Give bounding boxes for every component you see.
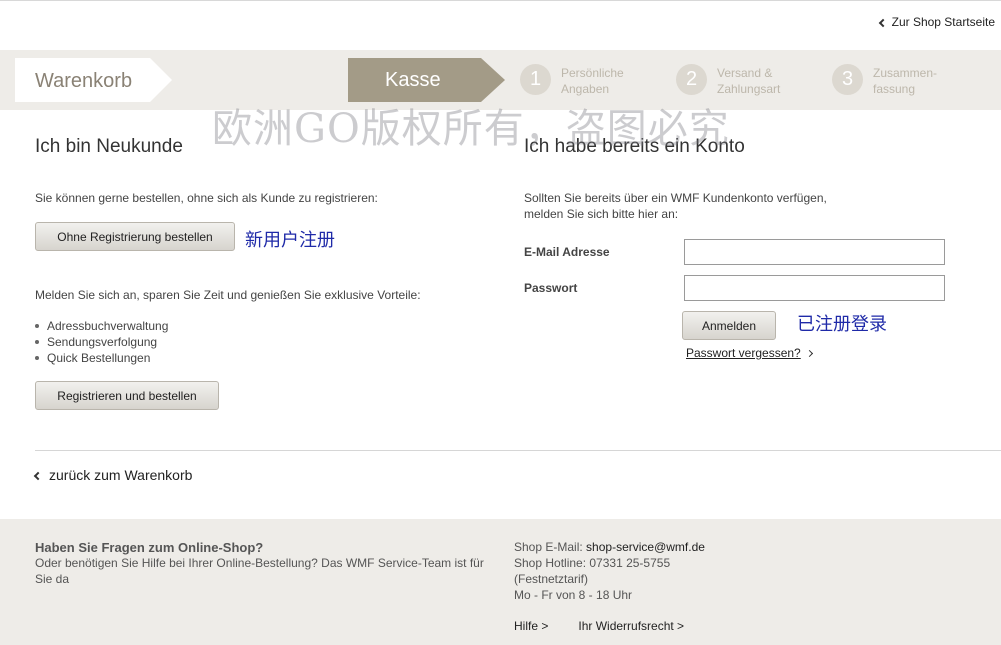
guest-checkout-intro: Sie können gerne bestellen, ohne sich al… [35,191,378,205]
step-number: 3 [832,64,863,95]
step-label-line: Zahlungsart [717,82,781,96]
step-number: 1 [520,64,551,95]
footer-help-link[interactable]: Hilfe > [514,619,548,633]
step-label-line: Versand & [717,66,773,80]
step-label: Persönliche Angaben [561,65,641,97]
top-bar: Zur Shop Startseite [0,0,1001,50]
footer-title: Haben Sie Fragen zum Online-Shop? [35,540,264,555]
benefits-intro: Melden Sie sich an, sparen Sie Zeit und … [35,288,421,302]
step-label-line: fassung [873,82,916,96]
divider [35,450,1001,451]
step-summary: 3 Zusammen- fassung [832,64,953,97]
step-number: 2 [676,64,707,95]
step-label-line: Zusammen- [873,66,938,80]
shop-home-link[interactable]: Zur Shop Startseite [878,15,995,29]
step-checkout-arrow [481,58,505,102]
login-intro-line1: Sollten Sie bereits über ein WMF Kundenk… [524,191,827,205]
list-item: Sendungsverfolgung [35,334,168,350]
chevron-left-icon [878,18,887,27]
footer-email-line: Shop E-Mail: shop-service@wmf.de [514,539,705,555]
registered-login-annotation: 已注册登录 [797,314,887,335]
step-label-line: Angaben [561,82,610,96]
footer-email-link[interactable]: shop-service@wmf.de [586,540,705,554]
bullet-icon [35,324,39,328]
step-label: Zusammen- fassung [873,65,953,97]
list-item: Adressbuchverwaltung [35,318,168,334]
checkout-steps: Warenkorb Kasse 1 Persönliche Angaben 2 … [0,50,1001,110]
chevron-right-icon [805,349,813,357]
forgot-password-link[interactable]: Passwort vergessen? [686,346,813,360]
register-and-order-button[interactable]: Registrieren und bestellen [35,381,219,410]
footer-email-label: Shop E-Mail: [514,540,583,554]
guest-checkout-button[interactable]: Ohne Registrierung bestellen [35,222,235,251]
step-checkout-active: Kasse [348,58,481,102]
benefits-list: Adressbuchverwaltung Sendungsverfolgung … [35,318,168,366]
password-label: Passwort [524,281,578,295]
step-personal-details: 1 Persönliche Angaben [520,64,641,97]
bullet-icon [35,356,39,360]
footer-tariff: (Festnetztarif) [514,572,589,586]
footer: Haben Sie Fragen zum Online-Shop? Oder b… [0,519,1001,645]
login-button[interactable]: Anmelden [682,311,776,340]
existing-customer-heading: Ich habe bereits ein Konto [524,136,745,157]
step-shipping-payment: 2 Versand & Zahlungsart [676,64,797,97]
footer-contact: Shop E-Mail: shop-service@wmf.de Shop Ho… [514,539,705,603]
step-cart[interactable]: Warenkorb [15,58,150,102]
benefit-label: Sendungsverfolgung [47,335,158,349]
footer-withdrawal-link[interactable]: Ihr Widerrufsrecht > [578,619,684,633]
back-to-cart-link[interactable]: zurück zum Warenkorb [33,467,193,483]
step-label-line: Persönliche [561,66,624,80]
email-label: E-Mail Adresse [524,245,610,259]
forgot-password-label: Passwort vergessen? [686,346,801,360]
login-intro-line2: melden Sie sich bitte hier an: [524,207,679,221]
footer-links: Hilfe > Ihr Widerrufsrecht > [514,619,684,633]
footer-text: Oder benötigen Sie Hilfe bei Ihrer Onlin… [35,556,484,586]
chevron-left-icon [33,471,43,480]
new-customer-heading: Ich bin Neukunde [35,136,183,157]
password-field[interactable] [684,275,945,301]
email-field[interactable] [684,239,945,265]
step-cart-arrow [150,58,172,102]
benefit-label: Adressbuchverwaltung [47,319,169,333]
new-user-annotation: 新用户注册 [245,230,335,251]
main-content: Ich bin Neukunde Sie können gerne bestel… [15,110,1001,519]
shop-home-link-label: Zur Shop Startseite [891,15,995,29]
footer-hotline: Shop Hotline: 07331 25-5755 [514,556,671,570]
list-item: Quick Bestellungen [35,350,168,366]
back-to-cart-label: zurück zum Warenkorb [49,467,193,483]
footer-hours: Mo - Fr von 8 - 18 Uhr [514,588,633,602]
step-label: Versand & Zahlungsart [717,65,797,97]
benefit-label: Quick Bestellungen [47,351,151,365]
bullet-icon [35,340,39,344]
